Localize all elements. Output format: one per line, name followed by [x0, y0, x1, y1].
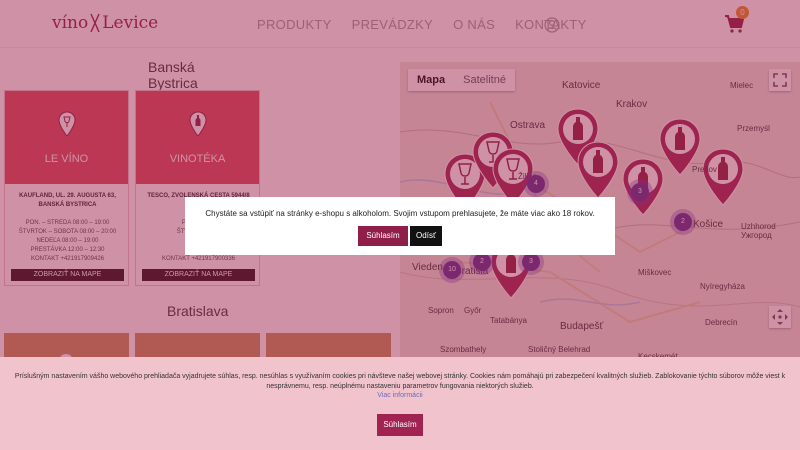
age-agree-button[interactable]: Súhlasím — [358, 226, 408, 246]
age-verification-text: Chystáte sa vstúpiť na stránky e-shopu s… — [205, 209, 595, 218]
cookie-consent-bar: Príslušným nastavením vášho webového pre… — [0, 357, 800, 450]
cookie-agree-button[interactable]: Súhlasím — [377, 414, 423, 436]
age-verification-modal: Chystáte sa vstúpiť na stránky e-shopu s… — [185, 197, 615, 255]
cookie-text: Príslušným nastavením vášho webového pre… — [14, 373, 786, 390]
cookie-more-info-link[interactable]: Viac informácii — [0, 392, 800, 399]
age-leave-button[interactable]: Odísť — [410, 226, 442, 246]
